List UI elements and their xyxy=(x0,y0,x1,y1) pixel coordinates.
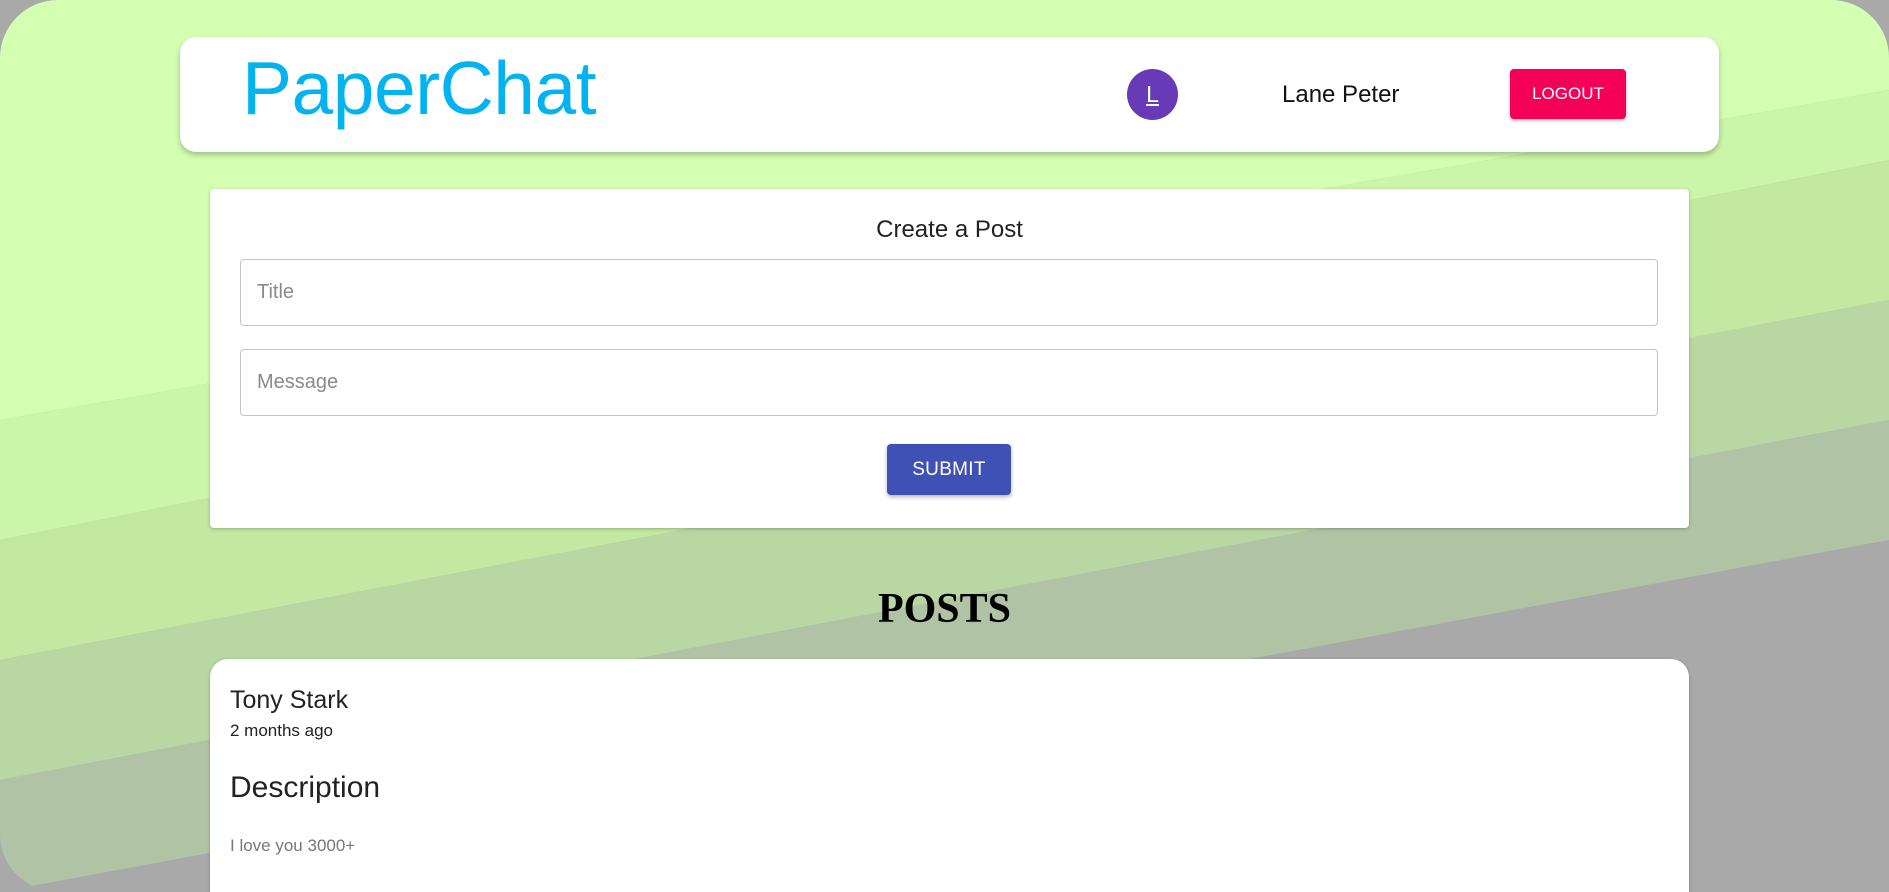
post-timestamp: 2 months ago xyxy=(230,721,334,740)
posts-heading: POSTS xyxy=(877,586,1012,632)
brand-logo[interactable]: PaperChat xyxy=(242,51,597,126)
user-name: Lane Peter xyxy=(1282,81,1400,108)
app-header: PaperChat L Lane Peter LOGOUT xyxy=(180,37,1719,152)
logout-button[interactable]: LOGOUT xyxy=(1510,69,1626,119)
post-message: I love you 3000+ xyxy=(230,836,356,855)
post-card: Tony Stark 2 months ago Description I lo… xyxy=(210,659,1689,892)
message-input[interactable] xyxy=(240,349,1658,416)
title-input[interactable] xyxy=(240,259,1658,326)
post-author: Tony Stark xyxy=(230,686,349,714)
page-background: PaperChat L Lane Peter LOGOUT Create a P… xyxy=(0,0,1889,892)
avatar[interactable]: L xyxy=(1127,69,1178,120)
create-post-heading: Create a Post xyxy=(876,216,1023,243)
submit-button[interactable]: SUBMIT xyxy=(887,444,1011,495)
post-title: Description xyxy=(230,771,381,804)
create-post-card: Create a Post SUBMIT xyxy=(210,189,1689,528)
